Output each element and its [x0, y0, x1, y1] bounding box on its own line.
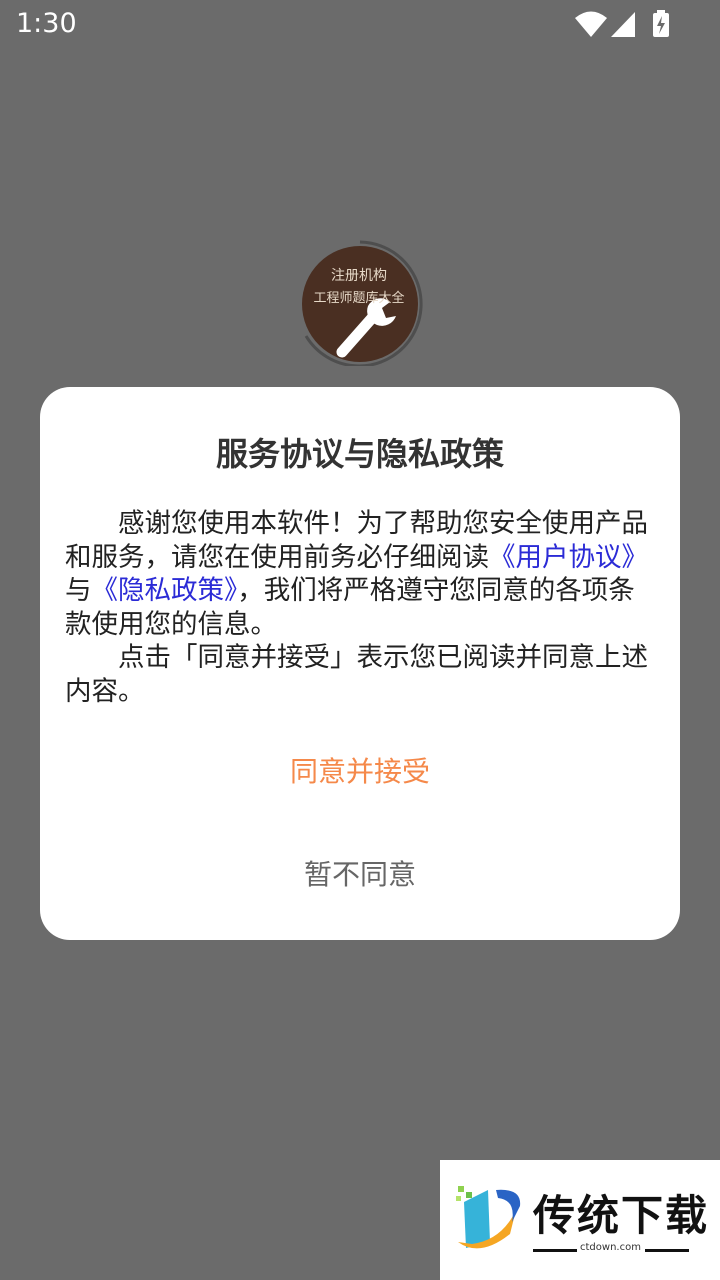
logo-title: 注册机构	[331, 268, 387, 284]
app-logo: 注册机构 工程师题库大全	[298, 238, 426, 366]
status-bar: 1:30	[0, 0, 720, 48]
accept-button[interactable]: 同意并接受	[40, 747, 680, 797]
user-agreement-link[interactable]: 《用户协议》	[489, 542, 648, 573]
dialog-paragraph-2: 点击「同意并接受」表示您已阅读并同意上述内容。	[65, 642, 648, 707]
watermark-divider	[533, 1249, 577, 1252]
wifi-icon	[575, 11, 607, 37]
signal-icon	[611, 12, 635, 37]
dialog-paragraph-1: 感谢您使用本软件！为了帮助您安全使用产品和服务，请您在使用前务必仔细阅读《用户协…	[65, 507, 655, 641]
paragraph-text: 与	[65, 575, 92, 606]
status-icons	[574, 10, 670, 40]
dialog-body: 感谢您使用本软件！为了帮助您安全使用产品和服务，请您在使用前务必仔细阅读《用户协…	[65, 507, 655, 708]
status-time: 1:30	[16, 8, 77, 39]
watermark-logo-icon	[456, 1186, 521, 1249]
privacy-policy-link[interactable]: 《隐私政策》	[92, 575, 238, 606]
battery-charging-icon	[653, 10, 669, 37]
watermark-text: 传统下载	[533, 1191, 710, 1240]
logo-subtitle: 工程师题库大全	[313, 291, 405, 306]
watermark: 传统下载 ctdown.com	[440, 1160, 720, 1280]
watermark-url: ctdown.com	[580, 1242, 641, 1253]
privacy-dialog: 服务协议与隐私政策 感谢您使用本软件！为了帮助您安全使用产品和服务，请您在使用前…	[40, 387, 680, 940]
decline-button[interactable]: 暂不同意	[40, 850, 680, 900]
dialog-title: 服务协议与隐私政策	[215, 435, 504, 473]
watermark-divider	[645, 1249, 689, 1252]
